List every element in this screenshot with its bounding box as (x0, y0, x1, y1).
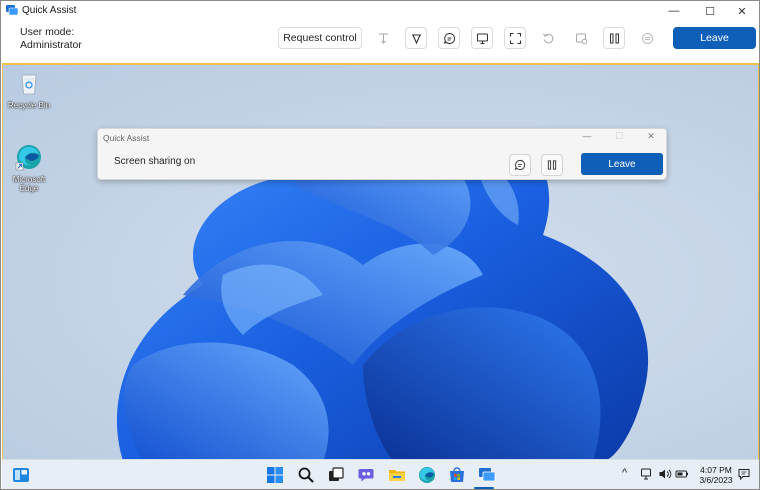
volume-tray-button[interactable] (658, 467, 672, 481)
user-mode-label: User mode: (20, 26, 75, 38)
notification-icon (738, 469, 750, 480)
window-title: Quick Assist (22, 5, 77, 16)
desktop-icon-recycle-bin[interactable]: Recycle Bin (3, 69, 55, 110)
quick-assist-app-icon (6, 5, 18, 16)
annotate-button[interactable] (405, 27, 427, 49)
edge-label-line2: Edge (19, 184, 39, 193)
stop-icon (641, 32, 653, 44)
active-app-indicator (474, 487, 494, 489)
battery-icon (675, 470, 688, 478)
task-view-icon (329, 467, 344, 481)
remote-maximize-button[interactable]: ☐ (611, 131, 627, 142)
remote-window-title: Quick Assist (103, 133, 150, 143)
remote-minimize-button[interactable]: — (579, 131, 595, 141)
file-explorer-icon (389, 470, 405, 481)
clock[interactable]: 4:07 PM 3/6/2023 (696, 465, 736, 485)
task-manager-button[interactable] (570, 27, 592, 49)
stop-button[interactable] (636, 27, 658, 49)
toolbar: User mode: Administrator Request control (1, 21, 759, 63)
store-button[interactable] (448, 466, 466, 484)
remote-pause-button[interactable] (541, 154, 563, 176)
switch-monitor-button[interactable] (471, 27, 493, 49)
task-manager-icon (575, 33, 587, 44)
notifications-button[interactable] (738, 468, 750, 480)
laser-pointer-icon (378, 33, 388, 44)
chat-icon (443, 32, 455, 44)
quick-assist-icon (479, 468, 496, 482)
quick-assist-taskbar-button[interactable] (478, 466, 496, 484)
chat-button[interactable] (438, 27, 460, 49)
network-icon (641, 468, 651, 480)
battery-tray-button[interactable] (675, 467, 689, 481)
minimize-button[interactable]: — (657, 1, 691, 21)
edge-icon (15, 145, 41, 171)
remote-leave-button[interactable]: Leave (581, 153, 663, 175)
pause-icon (547, 160, 557, 170)
leave-button[interactable]: Leave (673, 27, 756, 49)
edge-icon (419, 467, 435, 483)
restart-icon (542, 33, 553, 43)
fullscreen-icon (509, 32, 521, 44)
widgets-button[interactable] (12, 466, 30, 484)
file-explorer-button[interactable] (388, 466, 406, 484)
annotate-icon (411, 33, 421, 44)
wallpaper-bloom (116, 128, 649, 459)
remote-quick-assist-window: Quick Assist — ☐ ✕ Screen sharing on Lea… (97, 128, 667, 180)
chat-icon (514, 159, 526, 171)
remote-desktop-view[interactable]: Recycle Bin Microsoft Edge Quick Assist … (2, 63, 759, 459)
teams-chat-icon (358, 469, 374, 482)
show-hidden-icons-button[interactable]: ^ (622, 467, 627, 479)
store-icon (450, 467, 464, 482)
title-bar: Quick Assist — ☐ ✕ (1, 1, 759, 21)
restart-button[interactable] (537, 27, 559, 49)
start-button[interactable] (266, 466, 284, 484)
pause-icon (609, 33, 619, 43)
desktop-icon-edge[interactable]: Microsoft Edge (3, 143, 55, 193)
pause-sharing-button[interactable] (603, 27, 625, 49)
clock-time: 4:07 PM (700, 465, 732, 475)
remote-close-button[interactable]: ✕ (643, 131, 659, 142)
quick-assist-window: Quick Assist — ☐ ✕ User mode: Administra… (0, 0, 760, 490)
maximize-button[interactable]: ☐ (693, 1, 727, 21)
search-button[interactable] (297, 466, 315, 484)
recycle-bin-label: Recycle Bin (7, 101, 51, 110)
user-mode: User mode: Administrator (20, 26, 82, 52)
recycle-bin-icon (21, 74, 37, 95)
taskbar: ^ 4:07 PM 3/6/2023 (2, 459, 759, 489)
laser-pointer-button[interactable] (372, 27, 394, 49)
widgets-icon (13, 468, 29, 482)
close-button[interactable]: ✕ (725, 1, 759, 21)
start-icon (267, 467, 283, 483)
edge-label-line1: Microsoft (12, 175, 46, 184)
teams-chat-button[interactable] (357, 466, 375, 484)
remote-chat-button[interactable] (509, 154, 531, 176)
clock-date: 3/6/2023 (699, 475, 733, 485)
screen-sharing-status: Screen sharing on (114, 156, 196, 167)
search-icon (298, 467, 314, 483)
fullscreen-button[interactable] (504, 27, 526, 49)
switch-monitor-icon (476, 33, 488, 44)
task-view-button[interactable] (327, 466, 345, 484)
edge-taskbar-button[interactable] (418, 466, 436, 484)
request-control-button[interactable]: Request control (278, 27, 362, 49)
volume-icon (659, 469, 672, 479)
user-mode-value: Administrator (20, 39, 82, 51)
network-tray-button[interactable] (640, 467, 654, 481)
